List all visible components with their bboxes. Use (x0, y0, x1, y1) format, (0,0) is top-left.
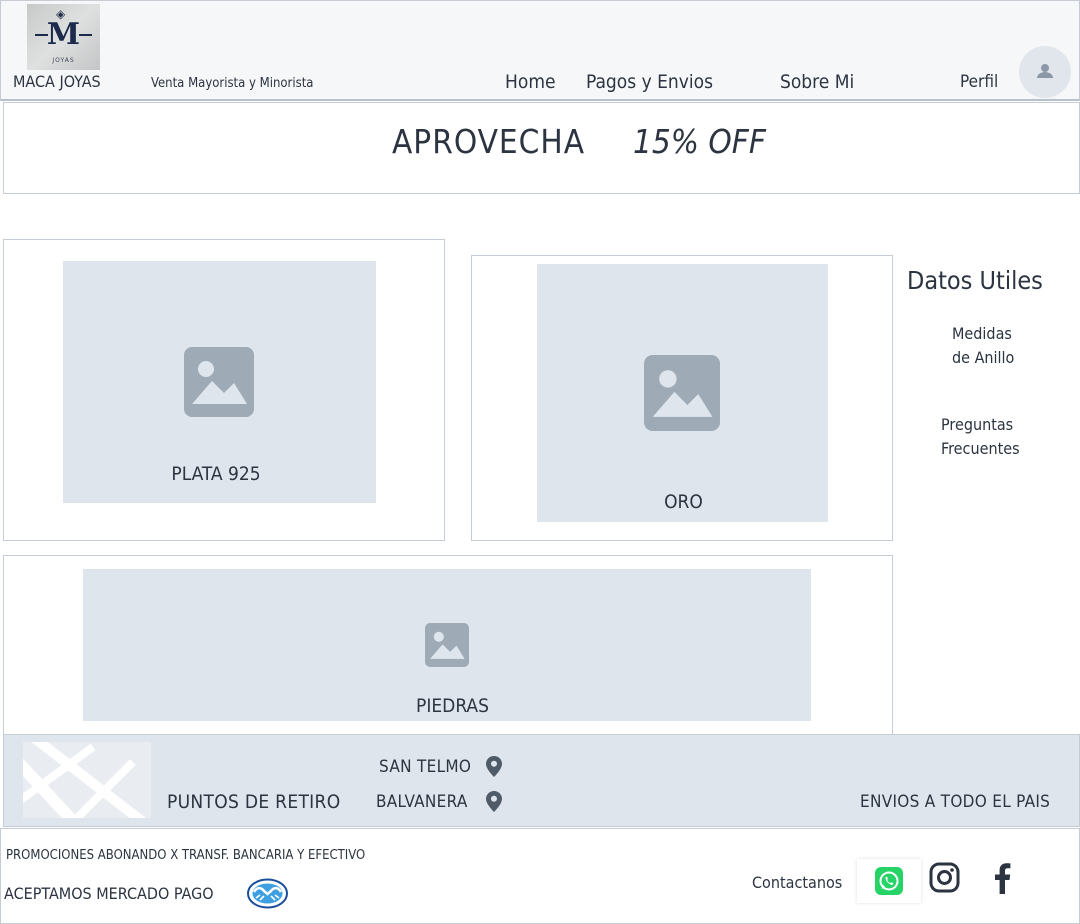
user-icon (1037, 64, 1053, 78)
image-placeholder-icon (644, 355, 720, 431)
contact-label: Contactanos (752, 873, 843, 892)
pickup-location-san-telmo: SAN TELMO (379, 757, 472, 777)
map-thumbnail[interactable] (23, 742, 151, 818)
sidebar-title: Datos Utiles (907, 266, 1043, 295)
pickup-title: PUNTOS DE RETIRO (167, 791, 341, 813)
nav-pagos-y-envios[interactable]: Pagos y Envios (586, 71, 713, 93)
category-label-piedras: PIEDRAS (416, 695, 489, 717)
logo-subtext: JOYAS (52, 57, 75, 64)
payment-promotions: PROMOCIONES ABONANDO X TRANSF. BANCARIA … (6, 848, 366, 863)
sidebar-link-preguntas[interactable]: Preguntas Frecuentes (941, 413, 1020, 461)
promo-headline: APROVECHA (392, 122, 586, 161)
facebook-icon[interactable] (993, 862, 1011, 894)
image-placeholder-icon (425, 623, 469, 667)
whatsapp-button[interactable] (857, 859, 921, 903)
map-icon (23, 742, 151, 818)
mercado-pago-icon (247, 878, 288, 909)
shipping-notice: ENVIOS A TODO EL PAIS (860, 792, 1051, 812)
pickup-location-balvanera: BALVANERA (376, 792, 468, 812)
category-label-oro: ORO (664, 491, 703, 513)
whatsapp-icon (875, 867, 903, 895)
location-pin-icon (486, 756, 502, 777)
instagram-icon[interactable] (929, 862, 960, 893)
sidebar-link-medidas[interactable]: Medidas de Anillo (952, 322, 1014, 370)
promo-offer: 15% OFF (633, 122, 766, 161)
payment-methods: ACEPTAMOS MERCADO PAGO (4, 884, 214, 903)
category-label-plata: PLATA 925 (171, 463, 261, 485)
image-placeholder-icon (184, 347, 254, 417)
brand-tagline: Venta Mayorista y Minorista (151, 76, 314, 91)
avatar[interactable] (1019, 46, 1071, 98)
brand-name: MACA JOYAS (13, 72, 101, 91)
profile-link[interactable]: Perfil (960, 72, 998, 92)
nav-home[interactable]: Home (505, 71, 556, 93)
brand-logo[interactable]: ◈ M JOYAS (27, 4, 100, 70)
nav-sobre-mi[interactable]: Sobre Mi (780, 71, 854, 93)
pickup-section (3, 734, 1080, 827)
location-pin-icon (486, 791, 502, 812)
